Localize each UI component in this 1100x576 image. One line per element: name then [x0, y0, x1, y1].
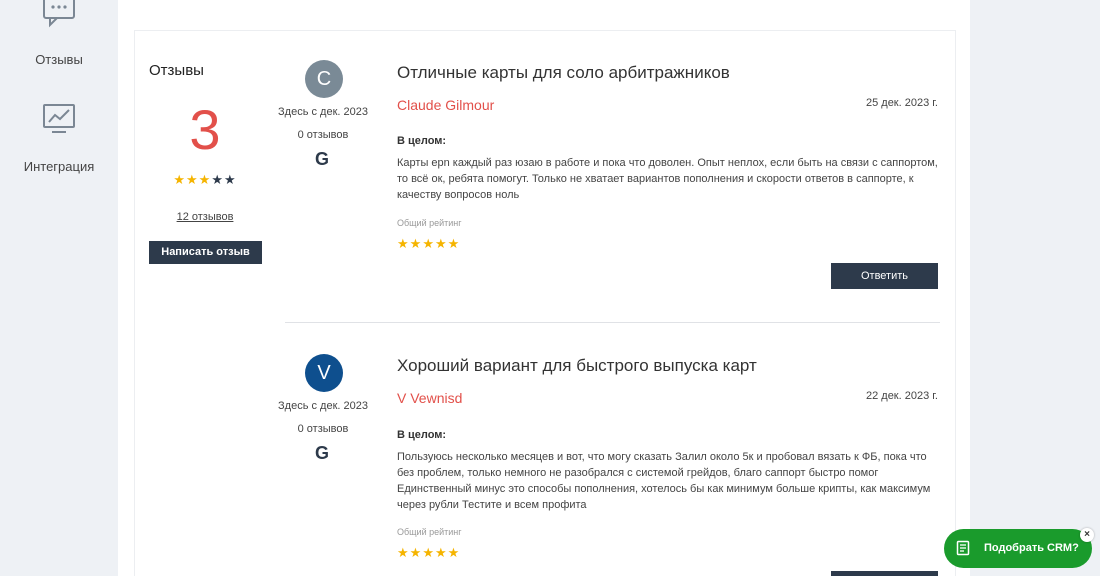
review-text: Карты epn каждый раз юзаю в работе и пок…	[397, 157, 938, 201]
summary-score: 3	[189, 98, 221, 161]
star-icon: ★	[173, 172, 187, 187]
star-icon: ★	[186, 172, 199, 187]
review-rating-stars: ★★★★★	[397, 236, 460, 252]
crm-widget-label: Подобрать CRM?	[984, 542, 1079, 554]
form-icon	[956, 540, 970, 556]
star-icon: ★	[447, 545, 461, 560]
reply-button[interactable]: Ответить	[831, 263, 938, 289]
review-author[interactable]: V Vewnisd	[397, 390, 462, 406]
reviewer-review-count: 0 отзывов	[297, 423, 349, 435]
sidebar-item-integration[interactable]: Интеграция	[0, 103, 118, 174]
sidebar-item-label: Интеграция	[23, 159, 95, 174]
sidebar-item-label: Отзывы	[35, 52, 83, 67]
star-icon: ★	[422, 236, 435, 251]
rating-label: Общий рейтинг	[397, 218, 462, 228]
member-since: Здесь с дек. 2023	[278, 106, 368, 118]
rating-label: Общий рейтинг	[397, 527, 462, 537]
star-empty-icon: ★	[211, 172, 224, 187]
star-icon: ★	[447, 236, 461, 251]
star-icon: ★	[397, 236, 410, 251]
star-icon: ★	[409, 545, 423, 560]
reviews-icon	[43, 0, 75, 28]
review-text: Пользуюсь несколько месяцев и вот, что м…	[397, 451, 931, 511]
google-icon: G	[315, 149, 330, 169]
close-icon[interactable]: ×	[1080, 528, 1094, 542]
sidebar-item-reviews[interactable]: Отзывы	[0, 0, 118, 67]
reviews-count-link[interactable]: 12 отзывов	[142, 211, 268, 223]
star-icon: ★	[397, 545, 410, 560]
sidebar: Отзывы Интеграция	[0, 0, 118, 576]
reply-button[interactable]	[831, 571, 938, 576]
member-since: Здесь с дек. 2023	[278, 400, 368, 412]
reviewer-review-count: 0 отзывов	[297, 129, 349, 141]
avatar: C	[305, 60, 343, 98]
divider	[285, 322, 940, 323]
summary-title: Отзывы	[149, 62, 204, 79]
star-icon: ★	[422, 545, 435, 560]
google-icon: G	[315, 443, 330, 463]
avatar: V	[305, 354, 343, 392]
star-icon: ★	[434, 545, 448, 560]
review-date: 22 дек. 2023 г.	[865, 390, 938, 402]
overall-label: В целом:	[397, 429, 447, 441]
review-author[interactable]: Claude Gilmour	[397, 97, 494, 113]
review-title: Хороший вариант для быстрого выпуска кар…	[397, 356, 757, 375]
review-date: 25 дек. 2023 г.	[865, 97, 938, 109]
star-icon: ★	[409, 236, 423, 251]
integration-chart-icon	[43, 104, 75, 133]
write-review-button[interactable]: Написать отзыв	[149, 241, 262, 264]
review-rating-stars: ★★★★★	[397, 545, 460, 561]
star-icon: ★	[198, 172, 212, 187]
summary-stars: ★★★★★	[142, 172, 268, 188]
star-empty-icon: ★	[223, 172, 237, 187]
review-title: Отличные карты для соло арбитражников	[397, 63, 730, 82]
overall-label: В целом:	[397, 135, 447, 147]
main-panel: Отзывы 3 ★★★★★ 12 отзывов Написать отзыв…	[118, 0, 970, 576]
crm-chat-widget[interactable]: Подобрать CRM?	[944, 529, 1092, 568]
star-icon: ★	[434, 236, 448, 251]
